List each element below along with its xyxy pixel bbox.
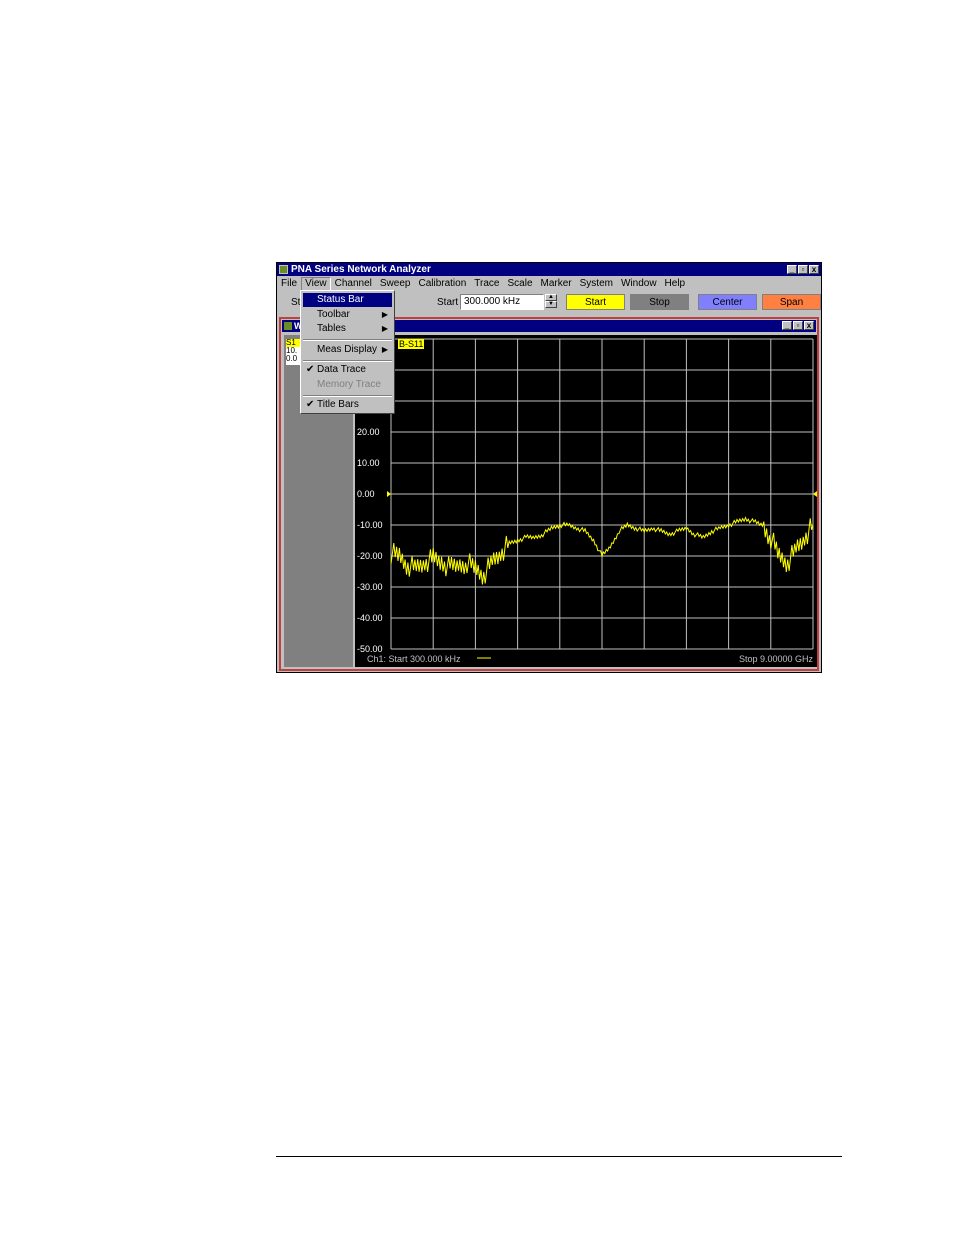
menu-separator	[303, 395, 392, 397]
minimize-button[interactable]: _	[787, 265, 797, 274]
submenu-arrow-icon: ▶	[381, 324, 388, 333]
y-tick-label: 20.00	[357, 427, 380, 437]
maximize-button[interactable]: ▫	[798, 265, 808, 274]
menu-item-memory-trace: Memory Trace	[303, 378, 392, 392]
menu-window[interactable]: Window	[617, 277, 661, 291]
start-frequency-input[interactable]: 300.000 kHz	[460, 294, 544, 310]
menu-item-label: Toolbar	[317, 309, 350, 320]
reference-marker-right-icon	[813, 491, 817, 497]
menu-calibration[interactable]: Calibration	[414, 277, 470, 291]
menu-item-toolbar[interactable]: Toolbar ▶	[303, 308, 392, 322]
y-tick-label: -30.00	[357, 582, 383, 592]
menu-channel[interactable]: Channel	[331, 277, 376, 291]
app-title-bar[interactable]: PNA Series Network Analyzer _ ▫ x	[277, 263, 821, 276]
menu-marker[interactable]: Marker	[537, 277, 576, 291]
y-tick-label: 0.00	[357, 489, 375, 499]
y-tick-label: -50.00	[357, 644, 383, 654]
menu-item-data-trace[interactable]: ✔ Data Trace	[303, 363, 392, 377]
center-button[interactable]: Center	[698, 294, 757, 310]
submenu-arrow-icon: ▶	[381, 345, 388, 354]
start-button[interactable]: Start	[566, 294, 625, 310]
menu-file[interactable]: File	[277, 277, 301, 291]
menu-item-label: Data Trace	[317, 364, 366, 375]
trace-label[interactable]: B-S11	[398, 339, 425, 349]
menu-item-label: Memory Trace	[317, 379, 381, 390]
menu-scale[interactable]: Scale	[503, 277, 536, 291]
y-tick-label: -20.00	[357, 551, 383, 561]
menu-item-label: Status Bar	[317, 294, 364, 305]
child-close-button[interactable]: x	[804, 321, 814, 330]
menu-item-meas-display[interactable]: Meas Display ▶	[303, 343, 392, 357]
menu-item-tables[interactable]: Tables ▶	[303, 322, 392, 336]
close-button[interactable]: x	[809, 265, 819, 274]
menu-item-label: Title Bars	[317, 399, 359, 410]
y-tick-label: -40.00	[357, 613, 383, 623]
submenu-arrow-icon: ▶	[381, 310, 388, 319]
menu-help[interactable]: Help	[661, 277, 690, 291]
y-tick-label: 10.00	[357, 458, 380, 468]
spin-down-icon[interactable]: ▼	[545, 301, 557, 308]
footer-start-label: Ch1: Start 300.000 kHz	[367, 654, 461, 664]
app-title: PNA Series Network Analyzer	[291, 264, 431, 275]
checkmark-icon: ✔	[306, 399, 315, 410]
menu-item-title-bars[interactable]: ✔ Title Bars	[303, 398, 392, 412]
view-menu-dropdown: Status Bar Toolbar ▶ Tables ▶ Meas Display…	[300, 290, 395, 414]
menu-trace[interactable]: Trace	[470, 277, 503, 291]
child-minimize-button[interactable]: _	[782, 321, 792, 330]
menu-separator	[303, 360, 392, 362]
spin-up-icon[interactable]: ▲	[545, 294, 557, 301]
menu-sweep[interactable]: Sweep	[376, 277, 415, 291]
stop-button[interactable]: Stop	[630, 294, 689, 310]
menu-item-label: Tables	[317, 323, 346, 334]
menu-bar: File View Channel Sweep Calibration Trac…	[277, 277, 821, 291]
window-icon	[284, 322, 292, 330]
footer-stop-label: Stop 9.00000 GHz	[739, 654, 814, 664]
page-footer-rule	[276, 1156, 842, 1157]
y-tick-label: -10.00	[357, 520, 383, 530]
trace-chart: 20.00 10.00 0.00 -10.00 -20.00 -30.00 -40.00 -5…	[357, 338, 817, 664]
menu-item-status-bar[interactable]: Status Bar	[303, 293, 392, 307]
child-maximize-button[interactable]: ▫	[793, 321, 803, 330]
menu-item-label: Meas Display	[317, 344, 378, 355]
checkmark-icon: ✔	[306, 364, 315, 375]
menu-separator	[303, 339, 392, 341]
menu-system[interactable]: System	[576, 277, 617, 291]
start-field-label: Start	[437, 297, 459, 308]
start-frequency-spinner[interactable]: ▲ ▼	[545, 294, 557, 310]
trace-plot[interactable]: 20.00 10.00 0.00 -10.00 -20.00 -30.00 -40.00 -5…	[355, 335, 817, 667]
reference-marker-left-icon	[387, 491, 391, 497]
menu-view[interactable]: View	[301, 277, 331, 291]
span-button[interactable]: Span	[762, 294, 821, 310]
app-logo-icon	[279, 265, 288, 274]
